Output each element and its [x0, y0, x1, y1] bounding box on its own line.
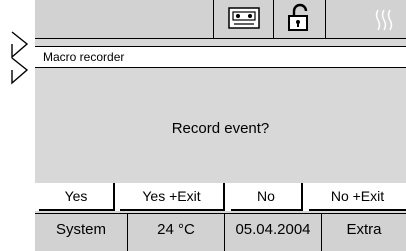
title-bar: Macro recorder	[35, 46, 406, 68]
status-system[interactable]: System	[35, 214, 128, 251]
heat-waves-icon	[375, 9, 393, 31]
lock-cell[interactable]	[273, 0, 325, 38]
pointer-arrows-icon	[11, 31, 29, 85]
status-extra[interactable]: Extra	[322, 214, 406, 251]
status-temperature: 24 °C	[128, 214, 225, 251]
top-toolbar	[35, 0, 406, 39]
dialog-area: Record event?	[35, 68, 406, 182]
status-date: 05.04.2004	[225, 214, 322, 251]
cassette-icon	[228, 7, 260, 29]
heat-cell[interactable]	[325, 0, 406, 38]
yes-button[interactable]: Yes	[39, 183, 115, 211]
button-row: Yes Yes +Exit No No +Exit	[35, 183, 406, 211]
window-title: Macro recorder	[43, 50, 125, 64]
no-button[interactable]: No	[231, 183, 303, 211]
dialog-question: Record event?	[171, 120, 270, 137]
status-bar: System 24 °C 05.04.2004 Extra	[35, 213, 406, 251]
no-exit-button[interactable]: No +Exit	[309, 183, 406, 211]
lock-open-icon	[288, 3, 308, 31]
cassette-cell[interactable]	[213, 0, 273, 38]
yes-exit-button[interactable]: Yes +Exit	[120, 183, 225, 211]
